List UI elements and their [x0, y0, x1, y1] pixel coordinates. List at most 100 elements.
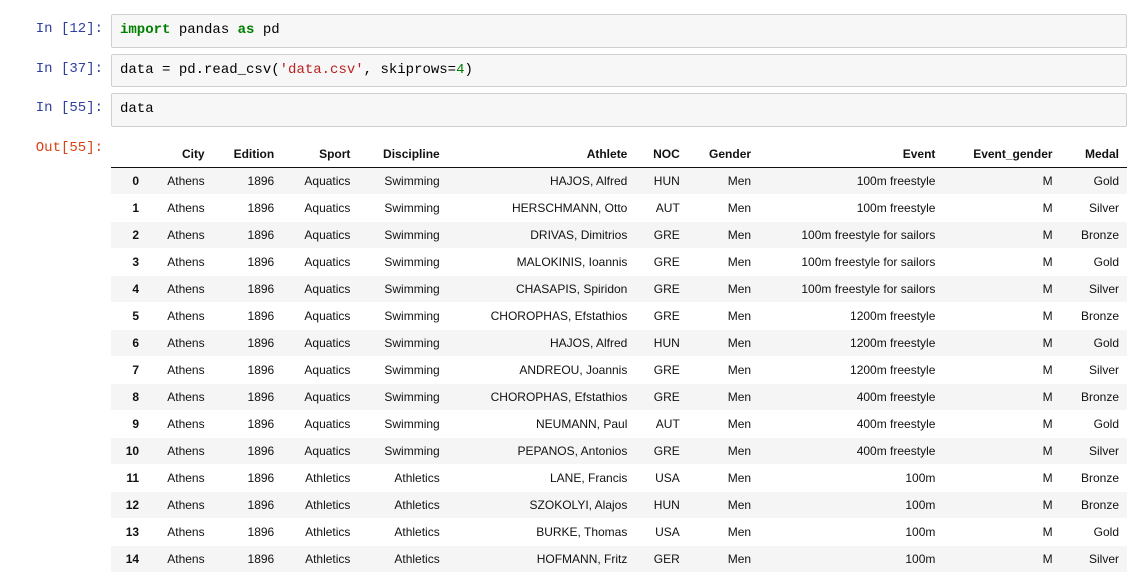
cell: 100m — [759, 491, 943, 518]
cell: Men — [688, 302, 759, 329]
cell: Athletics — [358, 545, 447, 572]
row-index: 1 — [111, 194, 147, 221]
cell: Men — [688, 329, 759, 356]
table-row: 9Athens1896AquaticsSwimmingNEUMANN, Paul… — [111, 410, 1127, 437]
column-header: Sport — [282, 141, 358, 168]
table-row: 13Athens1896AthleticsAthleticsBURKE, Tho… — [111, 518, 1127, 545]
cell: Aquatics — [282, 410, 358, 437]
cell: Gold — [1061, 167, 1127, 194]
cell: Aquatics — [282, 437, 358, 464]
cell: SZOKOLYI, Alajos — [448, 491, 636, 518]
cell: DRIVAS, Dimitrios — [448, 221, 636, 248]
cell: M — [943, 221, 1060, 248]
cell: Swimming — [358, 410, 447, 437]
cell: Silver — [1061, 356, 1127, 383]
cell: AUT — [635, 194, 687, 221]
column-header: Medal — [1061, 141, 1127, 168]
cell: Aquatics — [282, 383, 358, 410]
cell: Silver — [1061, 437, 1127, 464]
cell: M — [943, 302, 1060, 329]
cell: NEUMANN, Paul — [448, 410, 636, 437]
table-row: 6Athens1896AquaticsSwimmingHAJOS, Alfred… — [111, 329, 1127, 356]
cell: USA — [635, 518, 687, 545]
cell: Athens — [147, 518, 213, 545]
cell: M — [943, 545, 1060, 572]
cell: HAJOS, Alfred — [448, 167, 636, 194]
in-prompt: In [55]: — [16, 93, 111, 125]
table-row: 2Athens1896AquaticsSwimmingDRIVAS, Dimit… — [111, 221, 1127, 248]
cell: Men — [688, 275, 759, 302]
cell: PEPANOS, Antonios — [448, 437, 636, 464]
table-row: 8Athens1896AquaticsSwimmingCHOROPHAS, Ef… — [111, 383, 1127, 410]
cell: 400m freestyle — [759, 410, 943, 437]
cell: Bronze — [1061, 383, 1127, 410]
cell: HUN — [635, 167, 687, 194]
cell: Swimming — [358, 383, 447, 410]
table-row: 10Athens1896AquaticsSwimmingPEPANOS, Ant… — [111, 437, 1127, 464]
cell: Aquatics — [282, 221, 358, 248]
cell: 1200m freestyle — [759, 302, 943, 329]
cell: Swimming — [358, 329, 447, 356]
cell: Athletics — [358, 464, 447, 491]
code-input[interactable]: data = pd.read_csv('data.csv', skiprows=… — [111, 54, 1127, 88]
cell: Swimming — [358, 167, 447, 194]
cell: 1896 — [213, 248, 283, 275]
column-header: City — [147, 141, 213, 168]
cell: Aquatics — [282, 302, 358, 329]
table-row: 11Athens1896AthleticsAthleticsLANE, Fran… — [111, 464, 1127, 491]
row-index: 14 — [111, 545, 147, 572]
cell: Silver — [1061, 545, 1127, 572]
cell: Silver — [1061, 275, 1127, 302]
cell: 1200m freestyle — [759, 356, 943, 383]
cell: M — [943, 194, 1060, 221]
cell: 400m freestyle — [759, 437, 943, 464]
row-index: 0 — [111, 167, 147, 194]
cell: M — [943, 410, 1060, 437]
table-row: 7Athens1896AquaticsSwimmingANDREOU, Joan… — [111, 356, 1127, 383]
table-row: 5Athens1896AquaticsSwimmingCHOROPHAS, Ef… — [111, 302, 1127, 329]
cell: 1896 — [213, 518, 283, 545]
cell: USA — [635, 464, 687, 491]
cell: 1896 — [213, 275, 283, 302]
code-cell[interactable]: In [55]: data — [16, 93, 1127, 127]
cell: M — [943, 518, 1060, 545]
cell: Gold — [1061, 248, 1127, 275]
code-cell[interactable]: In [37]: data = pd.read_csv('data.csv', … — [16, 54, 1127, 88]
code-cell[interactable]: In [12]: import pandas as pd — [16, 14, 1127, 48]
column-header: Event — [759, 141, 943, 168]
out-prompt: Out[55]: — [16, 133, 111, 165]
cell: Athens — [147, 491, 213, 518]
cell: Men — [688, 518, 759, 545]
code-input[interactable]: data — [111, 93, 1127, 127]
cell: M — [943, 491, 1060, 518]
row-index: 8 — [111, 383, 147, 410]
cell: Athens — [147, 329, 213, 356]
cell: Athens — [147, 275, 213, 302]
cell: Athens — [147, 545, 213, 572]
cell: Swimming — [358, 275, 447, 302]
cell: GRE — [635, 302, 687, 329]
cell: GRE — [635, 275, 687, 302]
cell: Bronze — [1061, 221, 1127, 248]
cell: M — [943, 464, 1060, 491]
cell: Men — [688, 221, 759, 248]
cell: 100m freestyle — [759, 194, 943, 221]
cell: Athens — [147, 464, 213, 491]
cell: 1896 — [213, 491, 283, 518]
row-index: 2 — [111, 221, 147, 248]
cell: Men — [688, 194, 759, 221]
code-input[interactable]: import pandas as pd — [111, 14, 1127, 48]
cell: M — [943, 275, 1060, 302]
cell: Athens — [147, 302, 213, 329]
cell: 1896 — [213, 437, 283, 464]
cell: 1896 — [213, 167, 283, 194]
cell: Swimming — [358, 248, 447, 275]
cell: GER — [635, 545, 687, 572]
column-header: Event_gender — [943, 141, 1060, 168]
cell: Men — [688, 545, 759, 572]
table-row: 12Athens1896AthleticsAthleticsSZOKOLYI, … — [111, 491, 1127, 518]
cell: 100m freestyle for sailors — [759, 221, 943, 248]
cell: M — [943, 383, 1060, 410]
row-index: 12 — [111, 491, 147, 518]
column-header: NOC — [635, 141, 687, 168]
